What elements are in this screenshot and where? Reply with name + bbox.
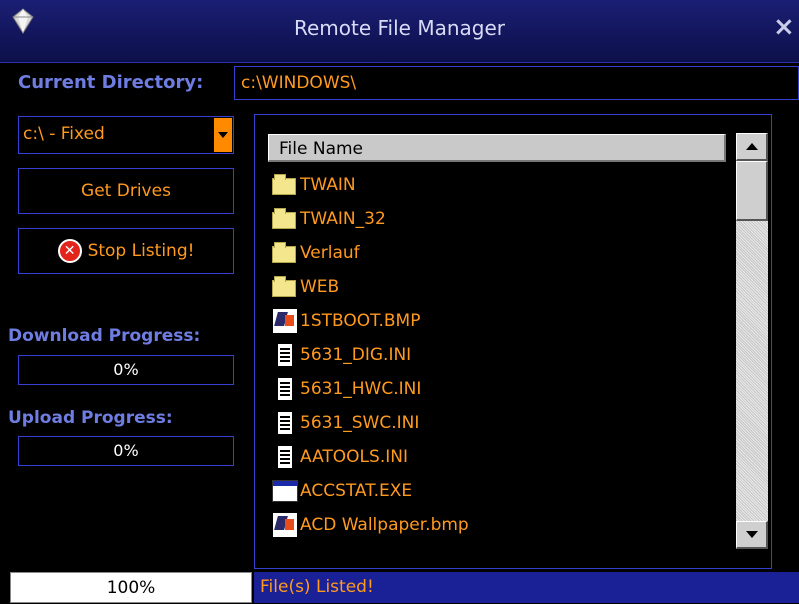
download-progress-bar: 0% [18,355,234,385]
close-icon[interactable]: × [773,12,795,42]
list-item[interactable]: Verlauf [272,236,730,270]
file-name: 1STBOOT.BMP [300,311,421,331]
download-progress-label: Download Progress: [8,326,201,346]
list-item[interactable]: TWAIN [272,168,730,202]
chevron-down-icon[interactable] [214,118,232,152]
list-item[interactable]: WEB [272,270,730,304]
window-title: Remote File Manager [293,16,505,40]
stop-icon: ✕ [57,239,82,263]
upload-progress-bar: 0% [18,436,234,466]
list-item[interactable]: 5631_DIG.INI [272,338,730,372]
folder-icon [272,274,296,300]
file-name: TWAIN [300,175,356,195]
folder-icon [272,206,296,232]
arrow-down-icon [745,531,758,538]
file-name-column-header[interactable]: File Name [268,134,726,162]
get-drives-button[interactable]: Get Drives [18,168,234,214]
scroll-down-button[interactable] [736,521,768,549]
file-name: WEB [300,277,340,297]
file-name: 5631_SWC.INI [300,413,420,433]
scrollbar-thumb[interactable] [736,161,768,221]
text-file-icon [272,376,296,402]
get-drives-label: Get Drives [81,181,171,201]
drive-dropdown[interactable]: c:\ - Fixed [18,116,234,154]
file-name: ACD Wallpaper.bmp [300,515,469,535]
list-item[interactable]: ACD Wallpaper.bmp [272,508,730,542]
folder-icon [272,240,296,266]
status-progress: 100% [10,572,252,603]
bitmap-file-icon [272,512,297,538]
file-name: 5631_DIG.INI [300,345,412,365]
text-file-icon [272,410,296,436]
list-item[interactable]: 5631_SWC.INI [272,406,730,440]
list-item[interactable]: TWAIN_32 [272,202,730,236]
arrow-up-icon [745,143,758,150]
file-list: TWAIN TWAIN_32 Verlauf WEB 1STBOOT.BMP 5… [272,168,730,542]
scroll-up-button[interactable] [736,133,768,161]
current-directory-input[interactable] [234,66,799,100]
current-directory-row: Current Directory: [10,66,799,102]
file-name: 5631_HWC.INI [300,379,422,399]
bitmap-file-icon [272,308,297,334]
stop-listing-label: Stop Listing! [87,241,195,261]
title-bar: Remote File Manager × [0,0,799,63]
file-name: TWAIN_32 [300,209,386,229]
status-message: File(s) Listed! [254,572,799,603]
file-name: Verlauf [300,243,360,263]
executable-file-icon [272,478,298,504]
upload-progress-label: Upload Progress: [8,408,173,428]
folder-icon [272,172,296,198]
text-file-icon [272,342,296,368]
drive-dropdown-value: c:\ - Fixed [23,124,105,144]
list-item[interactable]: ACCSTAT.EXE [272,474,730,508]
current-directory-label: Current Directory: [18,72,204,93]
file-name: ACCSTAT.EXE [300,481,413,501]
stop-listing-button[interactable]: ✕ Stop Listing! [18,228,234,274]
list-item[interactable]: 5631_HWC.INI [272,372,730,406]
text-file-icon [272,444,296,470]
file-name: AATOOLS.INI [300,447,408,467]
list-item[interactable]: 1STBOOT.BMP [272,304,730,338]
list-item[interactable]: AATOOLS.INI [272,440,730,474]
